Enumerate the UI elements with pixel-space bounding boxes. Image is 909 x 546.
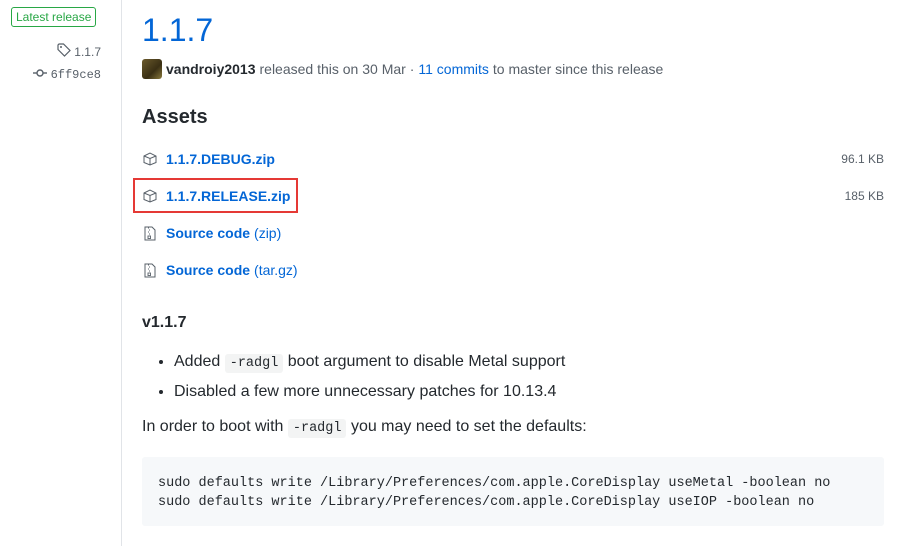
commits-link[interactable]: 11 commits xyxy=(418,61,489,77)
notes-paragraph: In order to boot with -radgl you may nee… xyxy=(142,418,587,438)
commit-hash: 6ff9ce8 xyxy=(50,68,101,82)
list-item: Added -radgl boot argument to disable Me… xyxy=(174,348,565,378)
asset-size: 96.1 KB xyxy=(841,152,884,166)
release-title[interactable]: 1.1.7 xyxy=(142,10,213,50)
latest-release-badge: Latest release xyxy=(11,7,97,27)
asset-format[interactable]: (zip) xyxy=(254,225,281,241)
list-item: Disabled a few more unnecessary patches … xyxy=(174,378,565,406)
file-zip-icon xyxy=(142,225,158,241)
highlight-box xyxy=(133,178,298,213)
code-block: sudo defaults write /Library/Preferences… xyxy=(142,457,884,526)
paragraph-text: you may need to set the defaults: xyxy=(350,418,587,435)
bullet-text: boot argument to disable Metal support xyxy=(287,353,566,370)
tag-icon xyxy=(57,43,72,60)
release-meta: vandroiy2013 released this on 30 Mar · 1… xyxy=(142,59,663,79)
bullet-text: Added xyxy=(174,353,221,370)
commit-link[interactable]: 6ff9ce8 xyxy=(32,68,101,82)
package-icon xyxy=(142,151,158,167)
released-text: released this on 30 Mar · xyxy=(259,61,415,77)
asset-row[interactable]: 1.1.7.DEBUG.zip 96.1 KB xyxy=(142,148,884,170)
asset-name[interactable]: 1.1.7.DEBUG.zip xyxy=(166,151,275,167)
git-commit-icon xyxy=(32,68,47,82)
code-line: sudo defaults write /Library/Preferences… xyxy=(158,495,815,510)
inline-code: -radgl xyxy=(224,354,284,373)
tag-label: 1.1.7 xyxy=(74,44,101,59)
commits-suffix: to master since this release xyxy=(492,61,664,77)
assets-heading: Assets xyxy=(142,106,208,128)
paragraph-text: In order to boot with xyxy=(142,418,284,435)
tag-link[interactable]: 1.1.7 xyxy=(57,43,101,60)
release-notes-list: Added -radgl boot argument to disable Me… xyxy=(142,348,565,406)
version-heading: v1.1.7 xyxy=(142,314,187,331)
asset-row[interactable]: Source code (zip) xyxy=(142,222,884,244)
author-link[interactable]: vandroiy2013 xyxy=(166,61,256,77)
inline-code: -radgl xyxy=(287,419,347,438)
asset-format[interactable]: (tar.gz) xyxy=(254,262,298,278)
asset-size: 185 KB xyxy=(844,189,884,203)
code-line: sudo defaults write /Library/Preferences… xyxy=(158,476,831,491)
release-sidebar: Latest release 1.1.7 6ff9ce8 xyxy=(0,0,122,546)
file-zip-icon xyxy=(142,262,158,278)
asset-row[interactable]: Source code (tar.gz) xyxy=(142,259,884,281)
asset-name[interactable]: Source code xyxy=(166,225,250,241)
avatar[interactable] xyxy=(142,59,162,79)
asset-name[interactable]: Source code xyxy=(166,262,250,278)
